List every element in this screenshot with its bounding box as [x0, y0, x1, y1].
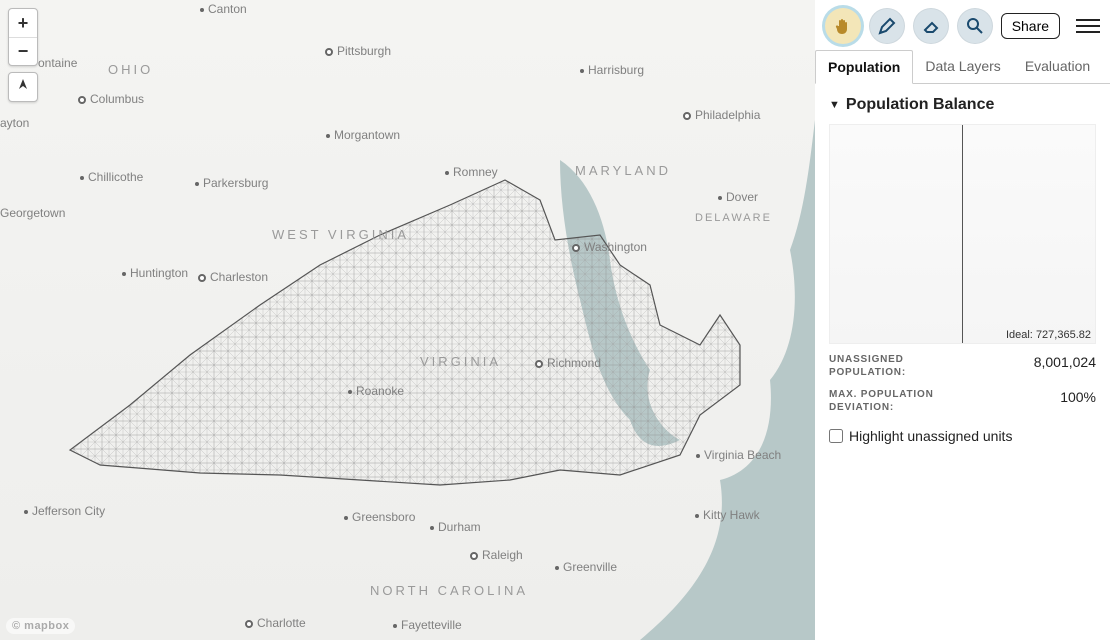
toolbar: Share: [815, 0, 1110, 50]
chart-ideal-line: [962, 125, 963, 343]
stat-deviation-label: MAX. POPULATION DEVIATION:: [829, 389, 959, 414]
city-charlotte: Charlotte: [245, 616, 306, 630]
section-title: Population Balance: [846, 96, 994, 114]
eraser-icon: [922, 17, 940, 35]
city-jefferson-city: Jefferson City: [24, 504, 105, 518]
tab-evaluation[interactable]: Evaluation: [1013, 50, 1102, 83]
tool-erase[interactable]: [913, 8, 949, 44]
city-morgantown: Morgantown: [326, 128, 400, 142]
city-harrisburg: Harrisburg: [580, 63, 644, 77]
tabs: Population Data Layers Evaluation: [815, 50, 1110, 84]
city-dover: Dover: [718, 190, 758, 204]
highlight-unassigned-checkbox[interactable]: [829, 429, 843, 443]
sidebar: Share Population Data Layers Evaluation …: [815, 0, 1110, 640]
city-raleigh: Raleigh: [470, 548, 523, 562]
tool-inspect[interactable]: [957, 8, 993, 44]
hand-icon: [833, 16, 853, 36]
stat-deviation-value: 100%: [1060, 389, 1096, 405]
state-label-west-virginia: WEST VIRGINIA: [272, 226, 409, 244]
pencil-icon: [878, 17, 896, 35]
city-ayton: ayton: [0, 116, 29, 130]
tool-draw[interactable]: [869, 8, 905, 44]
share-button[interactable]: Share: [1001, 13, 1060, 39]
city-charleston: Charleston: [198, 270, 268, 284]
city-philadelphia: Philadelphia: [683, 108, 760, 122]
city-parkersburg: Parkersburg: [195, 176, 268, 190]
city-virginia-beach: Virginia Beach: [696, 448, 781, 462]
stat-unassigned-label: UNASSIGNED POPULATION:: [829, 354, 949, 379]
zoom-out-button[interactable]: −: [9, 37, 37, 65]
map-attribution: © mapbox: [6, 618, 75, 634]
state-label-north-carolina: NORTH CAROLINA: [370, 582, 528, 600]
city-kitty-hawk: Kitty Hawk: [695, 508, 760, 522]
zoom-group: + −: [8, 8, 38, 66]
city-richmond: Richmond: [535, 356, 601, 370]
compass-icon: [16, 79, 30, 95]
city-washington: Washington: [572, 240, 647, 254]
city-columbus: Columbus: [78, 92, 144, 106]
population-balance-toggle[interactable]: ▼ Population Balance: [829, 96, 1096, 114]
state-label-ohio: OHIO: [108, 62, 153, 77]
map-controls: + −: [8, 8, 38, 102]
zoom-in-button[interactable]: +: [9, 9, 37, 37]
map-canvas[interactable]: OHIO WEST VIRGINIA VIRGINIA MARYLAND DEL…: [0, 0, 815, 640]
city-georgetown: Georgetown: [0, 206, 65, 220]
city-durham: Durham: [430, 520, 481, 534]
stat-deviation: MAX. POPULATION DEVIATION: 100%: [829, 389, 1096, 414]
tab-data-layers[interactable]: Data Layers: [913, 50, 1012, 83]
city-canton: Canton: [200, 2, 247, 16]
city-roanoke: Roanoke: [348, 384, 404, 398]
city-huntington: Huntington: [122, 266, 188, 280]
magnifier-icon: [966, 17, 984, 35]
city-pittsburgh: Pittsburgh: [325, 44, 391, 58]
compass-button[interactable]: [8, 72, 38, 102]
city-chillicothe: Chillicothe: [80, 170, 143, 184]
tool-pan[interactable]: [825, 8, 861, 44]
chart-ideal-label: Ideal: 727,365.82: [1006, 329, 1091, 341]
population-panel: ▼ Population Balance Ideal: 727,365.82 U…: [815, 84, 1110, 444]
chevron-down-icon: ▼: [829, 99, 840, 111]
menu-button[interactable]: [1076, 19, 1100, 33]
tab-population[interactable]: Population: [815, 50, 913, 84]
city-romney: Romney: [445, 165, 498, 179]
city-fayetteville: Fayetteville: [393, 618, 462, 632]
state-label-virginia: VIRGINIA: [420, 354, 501, 369]
stat-unassigned: UNASSIGNED POPULATION: 8,001,024: [829, 354, 1096, 379]
city-ontaine: ontaine: [38, 56, 77, 70]
highlight-unassigned-row: Highlight unassigned units: [829, 428, 1096, 444]
population-chart: Ideal: 727,365.82: [829, 124, 1096, 344]
stat-unassigned-value: 8,001,024: [1034, 354, 1096, 370]
highlight-unassigned-label: Highlight unassigned units: [849, 428, 1012, 444]
city-greenville: Greenville: [555, 560, 617, 574]
city-greensboro: Greensboro: [344, 510, 415, 524]
hamburger-icon: [1076, 19, 1100, 21]
state-label-maryland: MARYLAND: [575, 163, 671, 178]
state-label-delaware: DELAWARE: [695, 212, 772, 224]
